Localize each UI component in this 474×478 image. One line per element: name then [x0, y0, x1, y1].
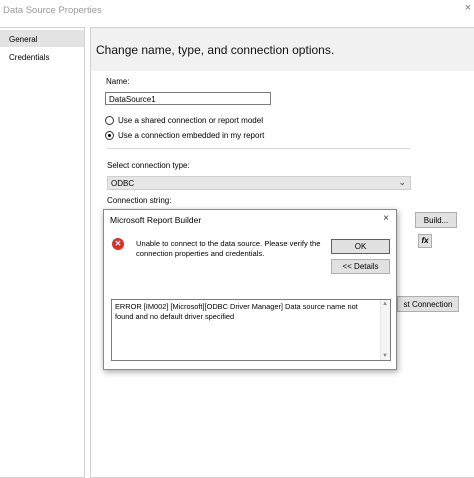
expression-fx-button[interactable]: fx	[418, 234, 432, 248]
scrollbar[interactable]: ▲ ▼	[380, 300, 390, 360]
sidebar-item-label: Credentials	[9, 53, 50, 62]
page-title: Change name, type, and connection option…	[96, 43, 335, 57]
radio-embedded-connection[interactable]	[105, 131, 114, 140]
details-button[interactable]: << Details	[331, 259, 390, 274]
build-button[interactable]: Build...	[415, 212, 457, 228]
window-title-bar: Data Source Properties ×	[0, 0, 474, 22]
connection-type-label: Select connection type:	[107, 161, 190, 170]
name-label: Name:	[106, 77, 130, 86]
header-band: Change name, type, and connection option…	[91, 28, 474, 71]
name-input[interactable]: DataSource1	[105, 92, 271, 105]
error-details-text: ERROR [IM002] [Microsoft][ODBC Driver Ma…	[115, 302, 358, 321]
dialog-close-icon[interactable]: ×	[383, 213, 389, 224]
sidebar-item-general[interactable]: General	[0, 30, 84, 47]
error-dialog: Microsoft Report Builder × ✕ Unable to c…	[103, 209, 397, 370]
error-details-textarea[interactable]: ERROR [IM002] [Microsoft][ODBC Driver Ma…	[111, 299, 391, 361]
divider	[107, 148, 410, 149]
radio-shared-label: Use a shared connection or report model	[118, 116, 263, 125]
window-close-icon[interactable]: ×	[465, 2, 471, 14]
test-connection-button[interactable]: st Connection	[397, 296, 459, 312]
radio-embedded-label: Use a connection embedded in my report	[118, 131, 265, 140]
window-title: Data Source Properties	[3, 5, 102, 16]
error-icon: ✕	[112, 238, 124, 250]
ok-button[interactable]: OK	[331, 239, 390, 254]
sidebar-item-label: General	[9, 35, 38, 44]
radio-shared-connection[interactable]	[105, 116, 114, 125]
connection-string-label: Connection string:	[107, 196, 172, 205]
dialog-message: Unable to connect to the data source. Pl…	[136, 239, 321, 258]
sidebar-item-credentials[interactable]: Credentials	[0, 48, 84, 65]
scroll-up-icon[interactable]: ▲	[382, 301, 388, 307]
dialog-title: Microsoft Report Builder	[110, 215, 202, 225]
sidebar: General Credentials	[0, 27, 85, 478]
scroll-down-icon[interactable]: ▼	[382, 353, 388, 359]
connection-type-value: ODBC	[111, 179, 135, 188]
chevron-down-icon: ⌄	[398, 177, 406, 187]
connection-type-select[interactable]: ODBC ⌄	[107, 176, 411, 190]
